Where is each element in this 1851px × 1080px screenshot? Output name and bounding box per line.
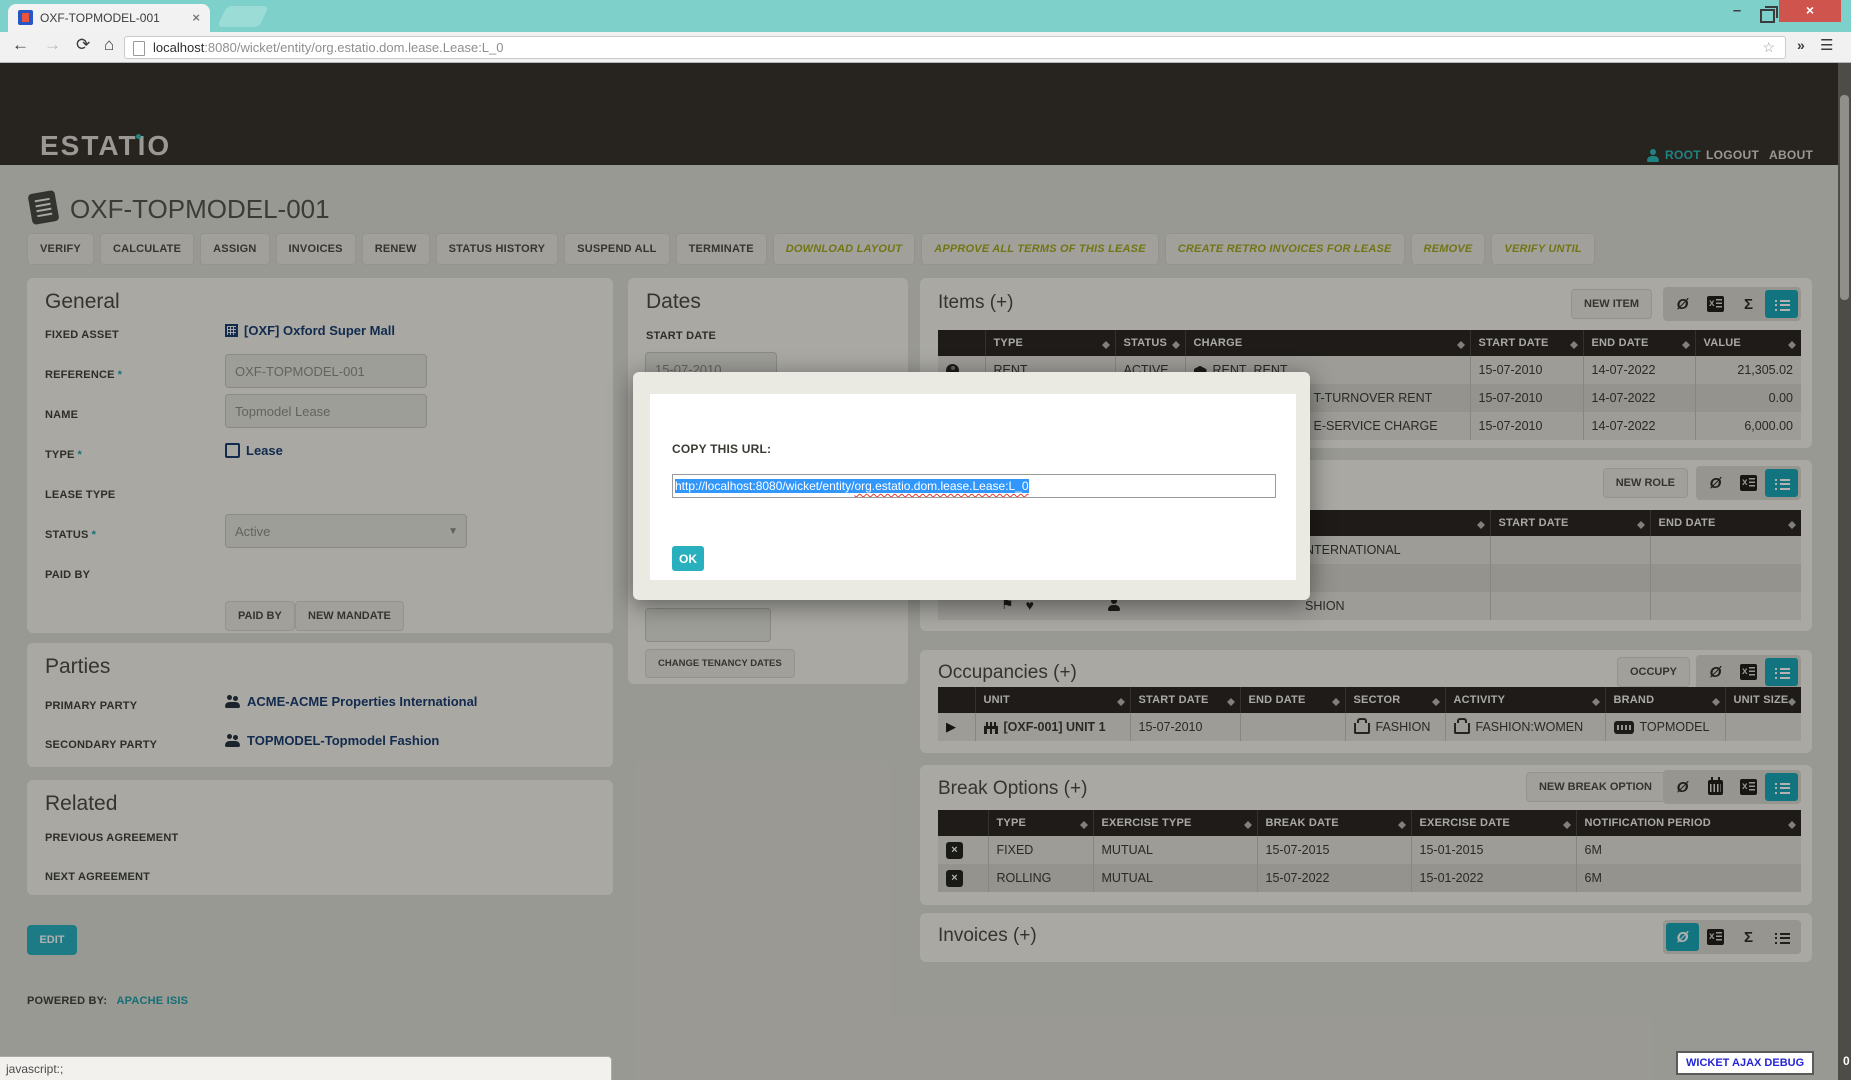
ok-button[interactable]: OK (672, 546, 704, 571)
menu-icon[interactable]: ☰ (1820, 36, 1833, 54)
new-tab-button[interactable] (217, 6, 269, 27)
back-icon[interactable]: ← (12, 35, 29, 55)
page-icon (133, 41, 145, 56)
copy-url-label: COPY THIS URL: (672, 442, 771, 456)
browser-tab[interactable]: OXF-TOPMODEL-001 × (8, 4, 210, 32)
tab-title: OXF-TOPMODEL-001 (40, 11, 180, 25)
favicon-icon (18, 10, 33, 25)
reload-icon[interactable]: ⟳ (76, 35, 90, 55)
bookmark-star-icon[interactable]: ☆ (1762, 39, 1775, 56)
wicket-debug-counter: 0 (1843, 1054, 1850, 1068)
url-path: :8080/wicket/entity/org.estatio.dom.leas… (204, 40, 503, 55)
url-copy-input[interactable]: http://localhost:8080/wicket/entity/org.… (672, 474, 1276, 498)
url-host: localhost (153, 40, 204, 55)
browser-status-text: javascript:; (0, 1056, 612, 1080)
overflow-icon[interactable]: » (1797, 37, 1805, 53)
url-prefix: http://localhost:8080/wicket/entity/ (675, 479, 854, 493)
tab-close-icon[interactable]: × (192, 10, 200, 25)
browser-tab-bar: OXF-TOPMODEL-001 × – × (0, 0, 1851, 32)
forward-icon[interactable]: → (44, 35, 61, 55)
screen: OXF-TOPMODEL-001 × – × ← → ⟳ ⌂ localhost… (0, 0, 1851, 1080)
copy-url-modal: COPY THIS URL: http://localhost:8080/wic… (633, 372, 1310, 600)
window-minimize-button[interactable]: – (1722, 2, 1752, 22)
window-close-button[interactable]: × (1779, 0, 1841, 22)
address-bar[interactable]: localhost:8080/wicket/entity/org.estatio… (124, 36, 1786, 59)
url-entity: org.estatio.dom.lease.Lease:L_0 (854, 479, 1028, 493)
window-restore-button[interactable] (1760, 9, 1775, 23)
browser-toolbar: ← → ⟳ ⌂ localhost:8080/wicket/entity/org… (0, 32, 1851, 63)
home-icon[interactable]: ⌂ (104, 35, 114, 55)
url-text: localhost:8080/wicket/entity/org.estatio… (153, 40, 504, 55)
wicket-ajax-debug-link[interactable]: WICKET AJAX DEBUG (1676, 1051, 1814, 1075)
modal-content: COPY THIS URL: http://localhost:8080/wic… (650, 394, 1296, 580)
